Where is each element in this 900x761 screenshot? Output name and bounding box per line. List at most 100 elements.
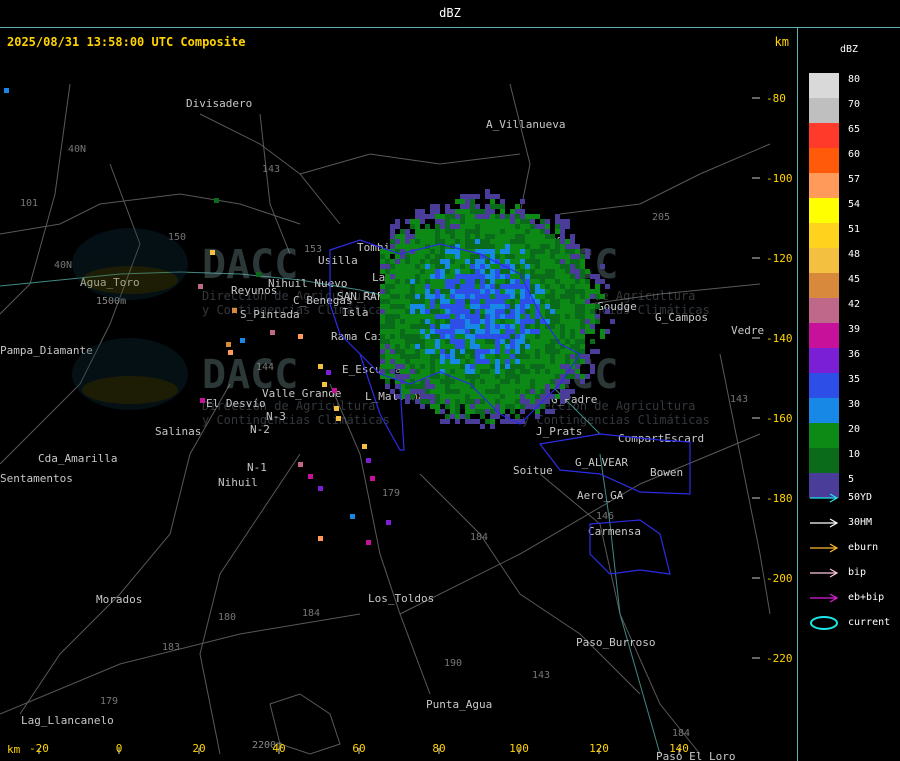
echo-cell	[555, 224, 560, 229]
echo-cell	[530, 244, 535, 249]
echo-cell	[420, 324, 425, 329]
echo-cell	[485, 204, 490, 209]
echo-cell	[336, 416, 341, 421]
echo-cell	[445, 304, 450, 309]
echo-cell	[560, 299, 565, 304]
echo-cell	[405, 309, 410, 314]
echo-cell	[366, 458, 371, 463]
echo-cell	[445, 219, 450, 224]
echo-cell	[485, 214, 490, 219]
echo-cell	[490, 359, 495, 364]
echo-cell	[415, 399, 420, 404]
legend-value: 39	[848, 324, 861, 335]
echo-cell	[385, 364, 390, 369]
echo-cell	[570, 249, 575, 254]
echo-cell	[380, 324, 385, 329]
echo-cell	[535, 214, 540, 219]
echo-cell	[550, 344, 555, 349]
echo-cell	[530, 229, 535, 234]
echo-cell	[505, 304, 510, 309]
echo-cell	[385, 254, 390, 259]
echo-cell	[520, 249, 525, 254]
echo-cell	[560, 399, 565, 404]
echo-cell	[560, 259, 565, 264]
echo-cell	[500, 219, 505, 224]
echo-cell	[410, 259, 415, 264]
echo-cell	[390, 234, 395, 239]
legend-swatch	[809, 123, 839, 148]
echo-cell	[385, 334, 390, 339]
echo-cell	[505, 289, 510, 294]
echo-cell	[405, 244, 410, 249]
echo-cell	[385, 359, 390, 364]
echo-cell	[405, 294, 410, 299]
radar-plot[interactable]: DivisaderoA_VillanuevaUsillaTombiLa_Espe…	[0, 54, 798, 761]
echo-cell	[465, 209, 470, 214]
echo-cell	[395, 394, 400, 399]
echo-cell	[510, 389, 515, 394]
echo-cell	[510, 319, 515, 324]
echo-cell	[500, 339, 505, 344]
timestamp-label: 2025/08/31 13:58:00 UTC Composite	[7, 35, 246, 49]
echo-cell	[485, 379, 490, 384]
echo-cell	[485, 314, 490, 319]
echo-cell	[565, 329, 570, 334]
echo-cell	[425, 339, 430, 344]
echo-cell	[415, 279, 420, 284]
echo-cell	[515, 369, 520, 374]
echo-cell	[460, 214, 465, 219]
echo-cell	[470, 259, 475, 264]
echo-cell	[475, 224, 480, 229]
echo-cell	[400, 324, 405, 329]
echo-cell	[500, 214, 505, 219]
echo-cell	[545, 334, 550, 339]
echo-cell	[555, 299, 560, 304]
echo-cell	[545, 369, 550, 374]
echo-cell	[455, 314, 460, 319]
echo-cell	[450, 324, 455, 329]
echo-cell	[425, 369, 430, 374]
echo-cell	[410, 234, 415, 239]
echo-cell	[420, 209, 425, 214]
echo-cell	[575, 299, 580, 304]
echo-cell	[505, 234, 510, 239]
legend-value: 54	[848, 199, 861, 210]
echo-cell	[595, 274, 600, 279]
echo-cell	[565, 244, 570, 249]
echo-cell	[395, 319, 400, 324]
echo-cell	[535, 339, 540, 344]
echo-cell	[450, 349, 455, 354]
echo-cell	[405, 274, 410, 279]
echo-cell	[420, 389, 425, 394]
echo-cell	[560, 244, 565, 249]
echo-cell	[500, 299, 505, 304]
echo-cell	[435, 239, 440, 244]
echo-cell	[515, 339, 520, 344]
echo-cell	[480, 214, 485, 219]
echo-cell	[555, 369, 560, 374]
echo-cell	[470, 204, 475, 209]
echo-cell	[465, 414, 470, 419]
echo-cell	[475, 299, 480, 304]
echo-cell	[405, 264, 410, 269]
echo-cell	[465, 389, 470, 394]
echo-cell	[470, 374, 475, 379]
echo-cell	[460, 289, 465, 294]
echo-cell	[430, 269, 435, 274]
echo-cell	[430, 404, 435, 409]
echo-cell	[480, 354, 485, 359]
echo-cell	[425, 269, 430, 274]
echo-cell	[385, 284, 390, 289]
echo-cell	[470, 359, 475, 364]
radar-map-panel[interactable]: 2025/08/31 13:58:00 UTC Composite km Div…	[0, 28, 798, 761]
echo-cell	[465, 304, 470, 309]
echo-cell	[510, 324, 515, 329]
echo-cell	[445, 334, 450, 339]
echo-cell	[505, 219, 510, 224]
echo-cell	[495, 284, 500, 289]
echo-cell	[385, 289, 390, 294]
echo-cell	[520, 404, 525, 409]
echo-cell	[510, 234, 515, 239]
echo-cell	[400, 369, 405, 374]
map-labels: DivisaderoA_VillanuevaUsillaTombiLa_Espe…	[0, 97, 764, 761]
